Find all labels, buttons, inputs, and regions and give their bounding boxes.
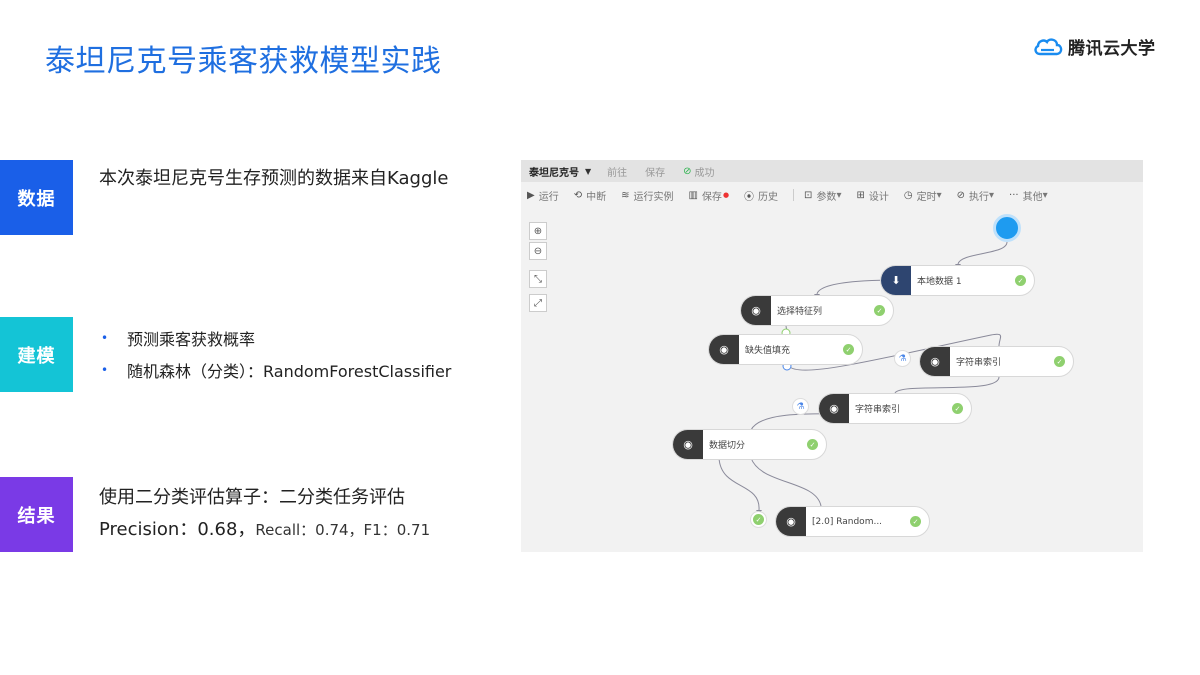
flask-icon[interactable]: ⚗	[894, 350, 911, 367]
section-tag-result: 结果	[0, 477, 73, 552]
list-item: • 预测乘客获救概率	[99, 322, 451, 354]
bullet-icon: •	[101, 331, 109, 345]
workflow-node[interactable]: ◉ 字符串索引 ✓	[818, 393, 972, 424]
bullet-icon: •	[101, 363, 109, 377]
check-icon: ✓	[952, 403, 963, 414]
node-label: 字符串索引	[855, 405, 901, 415]
section-tag-model: 建模	[0, 317, 73, 392]
check-icon: ✓	[753, 514, 764, 525]
check-icon: ✓	[1054, 356, 1065, 367]
node-label: [2.0] Random...	[812, 516, 883, 527]
edge-start-to-data	[957, 241, 1008, 265]
edge-split-to-rf-b	[750, 457, 822, 507]
workflow-node[interactable]: ◉ 字符串索引 ✓	[919, 346, 1074, 377]
recall-f1-metric: Recall：0.74，F1：0.71	[255, 521, 431, 539]
node-label: 数据切分	[709, 441, 746, 451]
gauge-icon: ◉	[673, 430, 703, 459]
node-label: 本地数据 1	[917, 277, 962, 287]
workflow-node[interactable]: ◉ 选择特征列 ✓	[740, 295, 894, 326]
node-label: 选择特征列	[777, 307, 823, 317]
gauge-icon: ◉	[920, 347, 950, 376]
workflow-screenshot: 泰坦尼克号 ▼ 前往 保存 ⊘ 成功 ▶ 运行 ⟲ 中断 ≋ 运行实例 ▥ 保存 ● ⦿ 历…	[521, 160, 1143, 552]
node-label: 字符串索引	[956, 358, 1002, 368]
workflow-node[interactable]: ◉ [2.0] Random... ✓	[775, 506, 930, 537]
slide-title: 泰坦尼克号乘客获救模型实践	[45, 44, 442, 79]
list-item: • 随机森林（分类）：RandomForestClassifier	[99, 354, 451, 386]
node-label: 缺失值填充	[745, 346, 791, 356]
check-icon: ✓	[874, 305, 885, 316]
upload-icon: ⬇	[881, 266, 911, 295]
workflow-node[interactable]: ◉ 缺失值填充 ✓	[708, 334, 863, 365]
bullet-text: 预测乘客获救概率	[127, 330, 256, 349]
result-description: 使用二分类评估算子：二分类任务评估	[99, 487, 405, 508]
cloud-icon	[1034, 37, 1063, 55]
section-tag-data: 数据	[0, 160, 73, 235]
check-icon: ✓	[807, 439, 818, 450]
check-icon: ✓	[910, 516, 921, 527]
port-check-icon: ✓	[750, 511, 767, 528]
model-bullet-list: • 预测乘客获救概率 • 随机森林（分类）：RandomForestClassifi…	[99, 322, 451, 386]
gauge-icon: ◉	[819, 394, 849, 423]
check-icon: ✓	[1015, 275, 1026, 286]
data-description: 本次泰坦尼克号生存预测的数据来自Kaggle	[99, 168, 449, 189]
workflow-node[interactable]: ◉ 数据切分 ✓	[672, 429, 827, 460]
flask-icon[interactable]: ⚗	[792, 398, 809, 415]
gauge-icon: ◉	[776, 507, 806, 536]
start-node[interactable]	[993, 214, 1021, 242]
logo-text: 腾讯云大学	[1068, 39, 1156, 59]
tencent-cloud-logo: 腾讯云大学	[1032, 34, 1156, 59]
bullet-text: 随机森林（分类）：RandomForestClassifier	[127, 362, 452, 381]
check-icon: ✓	[843, 344, 854, 355]
edge-split-to-rf-a	[718, 457, 760, 511]
edge-index1-to-index2	[894, 376, 1000, 394]
result-metrics: Precision：0.68，Recall：0.74，F1：0.71	[99, 515, 430, 541]
gauge-icon: ◉	[741, 296, 771, 325]
workflow-node[interactable]: ⬇ 本地数据 1 ✓	[880, 265, 1035, 296]
precision-metric: Precision：0.68，	[99, 519, 256, 540]
gauge-icon: ◉	[709, 335, 739, 364]
